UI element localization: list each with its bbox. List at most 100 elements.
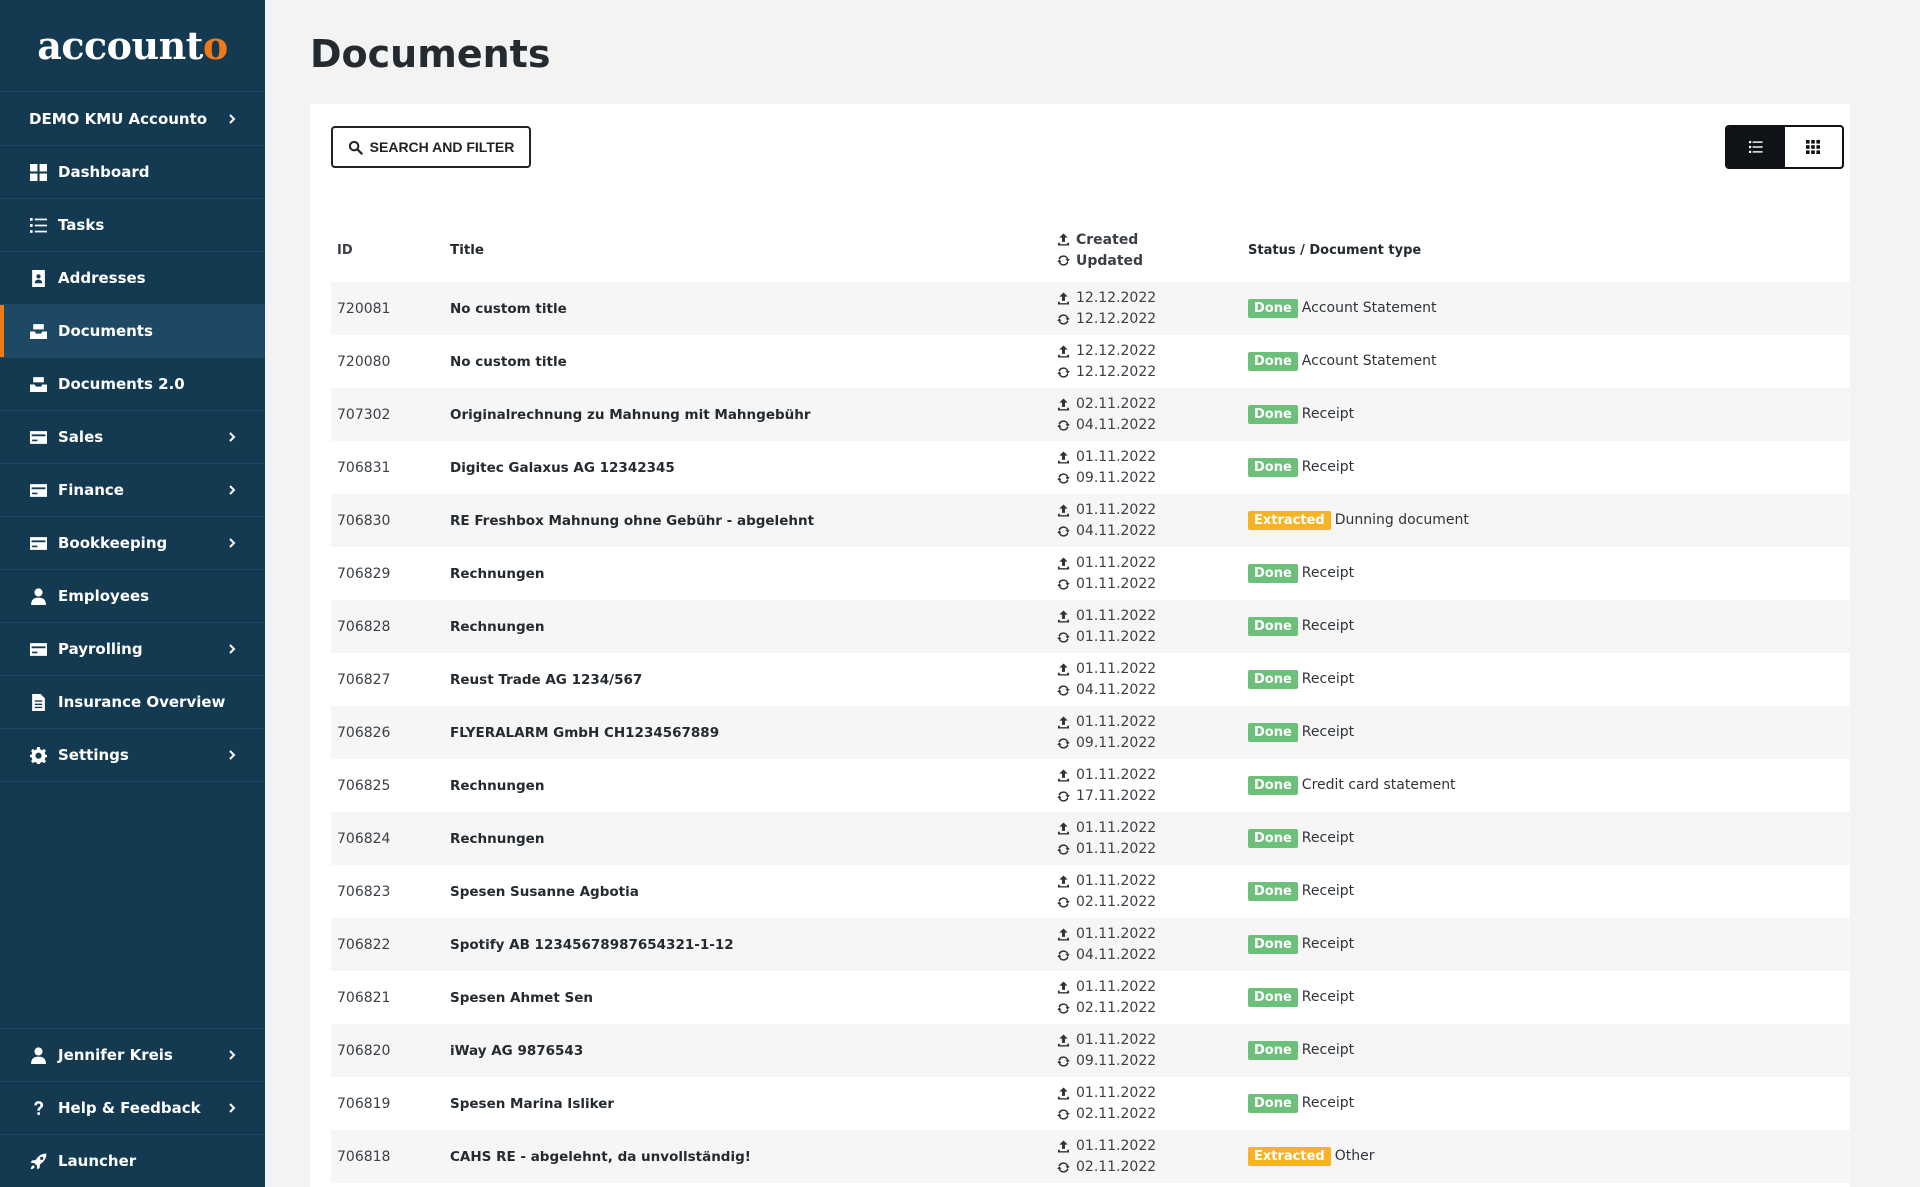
sidebar-item-label: Bookkeeping — [58, 534, 168, 552]
updated-date: 01.11.2022 — [1076, 576, 1157, 592]
inbox-icon — [29, 375, 47, 393]
sidebar-item-launcher[interactable]: Launcher — [0, 1134, 265, 1187]
document-type: Credit card statement — [1301, 777, 1456, 793]
updated-date: 04.11.2022 — [1076, 523, 1157, 539]
sidebar-item-employees[interactable]: Employees — [0, 570, 265, 623]
column-header-id[interactable]: ID — [331, 218, 450, 282]
column-header-created: Created — [1076, 231, 1139, 248]
table-row[interactable]: 706827 Reust Trade AG 1234/567 01.11.202… — [331, 653, 1850, 706]
document-title[interactable]: Rechnungen — [450, 812, 1057, 865]
document-id: 706818 — [337, 1148, 391, 1165]
sidebar-item-addresses[interactable]: Addresses — [0, 252, 265, 305]
sidebar-item-insurance-overview[interactable]: Insurance Overview — [0, 676, 265, 729]
document-title[interactable]: Spesen Susanne Agbotia — [450, 865, 1057, 918]
sidebar-item-label: Finance — [58, 481, 124, 499]
logo[interactable]: accounto — [0, 0, 265, 92]
column-header-title[interactable]: Title — [450, 218, 1057, 282]
document-type: Receipt — [1301, 883, 1355, 899]
user-icon — [29, 587, 47, 605]
document-id: 706830 — [337, 512, 391, 529]
table-row[interactable]: 706823 Spesen Susanne Agbotia 01.11.2022… — [331, 865, 1850, 918]
upload-icon — [1057, 874, 1070, 888]
document-title[interactable]: No custom title — [450, 335, 1057, 388]
document-type: Account Statement — [1301, 353, 1437, 369]
created-date: 01.11.2022 — [1076, 820, 1157, 836]
updated-date: 09.11.2022 — [1076, 470, 1157, 486]
table-row[interactable]: 706819 Spesen Marina Isliker 01.11.2022 … — [331, 1077, 1850, 1130]
column-header-status[interactable]: Status / Document type — [1248, 218, 1850, 282]
company-switcher[interactable]: DEMO KMU Accounto — [0, 92, 265, 146]
document-title[interactable]: Originalrechnung zu Mahnung mit Mahngebü… — [450, 388, 1057, 441]
document-dates: 01.11.2022 09.11.2022 — [1057, 706, 1248, 759]
status-badge: Done — [1248, 458, 1298, 477]
card-icon — [29, 534, 47, 552]
document-status: Done Receipt — [1248, 388, 1850, 441]
table-row[interactable]: 720081 No custom title 12.12.2022 12.12.… — [331, 282, 1850, 335]
sidebar-item-label: Tasks — [58, 216, 105, 234]
table-row[interactable]: 706822 Spotify AB 12345678987654321-1-12… — [331, 918, 1850, 971]
document-title[interactable]: No custom title — [450, 282, 1057, 335]
table-row[interactable]: 706825 Rechnungen 01.11.2022 17.11.2022 … — [331, 759, 1850, 812]
document-title[interactable]: Rechnungen — [450, 759, 1057, 812]
document-dates: 01.11.2022 04.11.2022 — [1057, 494, 1248, 547]
table-row[interactable]: 706826 FLYERALARM GmbH CH1234567889 01.1… — [331, 706, 1850, 759]
table-row[interactable]: 720080 No custom title 12.12.2022 12.12.… — [331, 335, 1850, 388]
sidebar-item-finance[interactable]: Finance — [0, 464, 265, 517]
updated-date: 04.11.2022 — [1076, 417, 1157, 433]
document-title[interactable]: iWay AG 9876543 — [450, 1024, 1057, 1077]
document-title[interactable]: Spesen Ahmet Sen — [450, 971, 1057, 1024]
document-id: 706829 — [337, 565, 391, 582]
document-title[interactable]: CAHS RE - abgelehnt, da unvollständig! — [450, 1130, 1057, 1183]
document-id: 720081 — [337, 300, 391, 317]
table-row[interactable]: 706829 Rechnungen 01.11.2022 01.11.2022 … — [331, 547, 1850, 600]
sidebar-item-settings[interactable]: Settings — [0, 729, 265, 782]
document-status: Done Receipt — [1248, 547, 1850, 600]
sidebar-item-sales[interactable]: Sales — [0, 411, 265, 464]
document-id: 706824 — [337, 830, 391, 847]
document-dates: 01.11.2022 01.11.2022 — [1057, 547, 1248, 600]
document-title[interactable]: Digitec Galaxus AG 12342345 — [450, 441, 1057, 494]
sidebar-item-help-feedback[interactable]: Help & Feedback — [0, 1081, 265, 1134]
column-header-dates[interactable]: Created Updated — [1057, 218, 1248, 282]
sidebar-item-payrolling[interactable]: Payrolling — [0, 623, 265, 676]
grid-view-button[interactable] — [1785, 127, 1843, 167]
document-dates: 01.11.2022 04.11.2022 — [1057, 653, 1248, 706]
search-and-filter-button[interactable]: SEARCH AND FILTER — [331, 126, 531, 168]
table-row[interactable]: 706830 RE Freshbox Mahnung ohne Gebühr -… — [331, 494, 1850, 547]
document-title[interactable]: FLYERALARM GmbH CH1234567889 — [450, 706, 1057, 759]
created-date: 01.11.2022 — [1076, 449, 1157, 465]
table-row[interactable]: 706820 iWay AG 9876543 01.11.2022 09.11.… — [331, 1024, 1850, 1077]
table-row[interactable]: 706821 Spesen Ahmet Sen 01.11.2022 02.11… — [331, 971, 1850, 1024]
table-row[interactable]: 707302 Originalrechnung zu Mahnung mit M… — [331, 388, 1850, 441]
table-row[interactable]: 706828 Rechnungen 01.11.2022 01.11.2022 … — [331, 600, 1850, 653]
table-row[interactable]: 706831 Digitec Galaxus AG 12342345 01.11… — [331, 441, 1850, 494]
document-title[interactable]: Spotify AB 12345678987654321-1-12 — [450, 918, 1057, 971]
view-toggle — [1725, 125, 1844, 169]
sidebar-item-label: Documents — [58, 322, 153, 340]
table-row[interactable]: 706824 Rechnungen 01.11.2022 01.11.2022 … — [331, 812, 1850, 865]
upload-icon — [1057, 1086, 1070, 1100]
document-type: Receipt — [1301, 724, 1355, 740]
list-icon — [1748, 141, 1763, 153]
document-title[interactable]: Rechnungen — [450, 547, 1057, 600]
document-title[interactable]: RE Freshbox Mahnung ohne Gebühr - abgele… — [450, 494, 1057, 547]
list-view-button[interactable] — [1727, 127, 1785, 167]
upload-icon — [1057, 927, 1070, 941]
status-badge: Done — [1248, 776, 1298, 795]
document-title[interactable]: Reust Trade AG 1234/567 — [450, 653, 1057, 706]
chevron-right-icon — [227, 1050, 237, 1060]
sidebar-item-tasks[interactable]: Tasks — [0, 199, 265, 252]
refresh-icon — [1057, 472, 1070, 484]
sidebar-item-bookkeeping[interactable]: Bookkeeping — [0, 517, 265, 570]
table-row[interactable]: 706818 CAHS RE - abgelehnt, da unvollstä… — [331, 1130, 1850, 1183]
sidebar-item-documents-2-0[interactable]: Documents 2.0 — [0, 358, 265, 411]
document-status: Done Receipt — [1248, 706, 1850, 759]
sidebar-item-jennifer-kreis[interactable]: Jennifer Kreis — [0, 1028, 265, 1081]
document-title[interactable]: Spesen Marina Isliker — [450, 1077, 1057, 1130]
sidebar-item-documents[interactable]: Documents — [0, 305, 265, 358]
created-date: 01.11.2022 — [1076, 1138, 1157, 1154]
document-title[interactable]: Rechnungen — [450, 600, 1057, 653]
refresh-icon — [1057, 790, 1070, 802]
sidebar-item-dashboard[interactable]: Dashboard — [0, 146, 265, 199]
document-id: 706823 — [337, 883, 391, 900]
